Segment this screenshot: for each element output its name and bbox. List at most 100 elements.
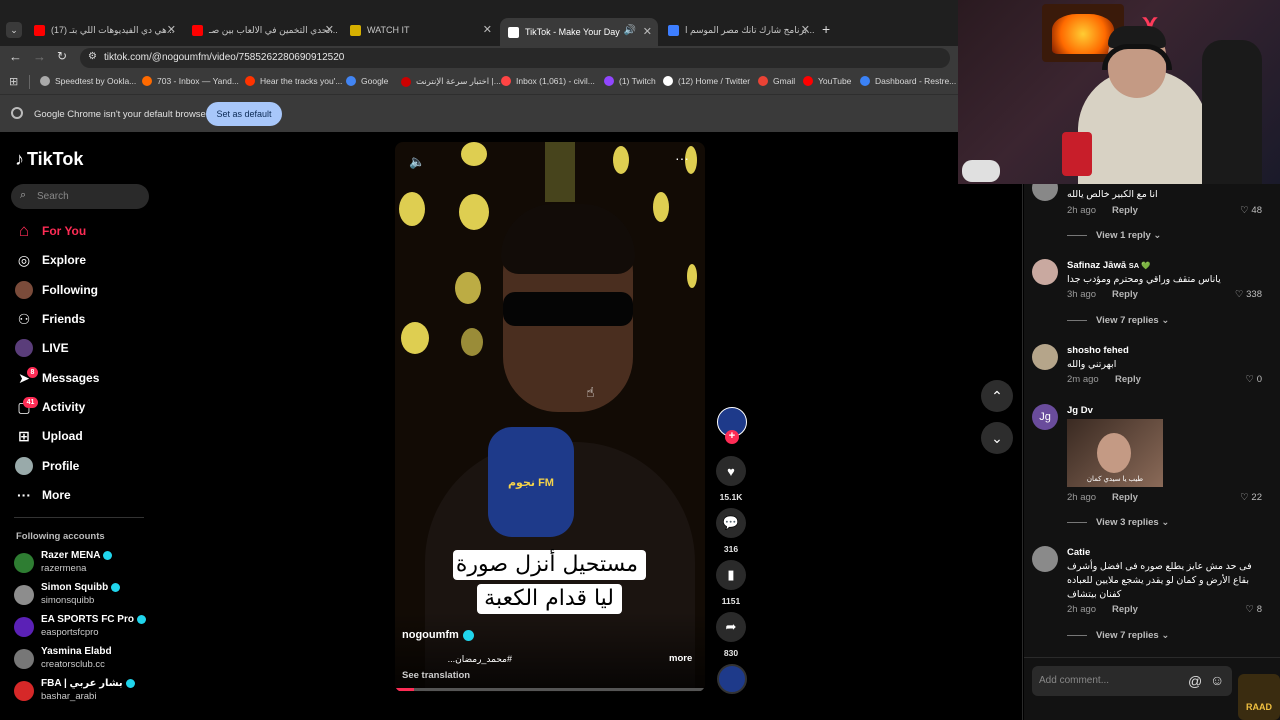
new-tab-icon[interactable]: + [822, 21, 830, 37]
bookmark-gmail[interactable]: Gmail [758, 76, 795, 86]
close-tab-icon[interactable]: ✕ [167, 23, 176, 36]
bookmark-soundcloud[interactable]: Hear the tracks you'... [245, 76, 342, 86]
nav-upload[interactable]: ⊞ Upload [14, 424, 83, 448]
reload-icon[interactable]: ↻ [57, 49, 67, 63]
address-url[interactable]: tiktok.com/@nogoumfm/video/7585262280690… [104, 52, 344, 63]
view-replies-button[interactable]: View 7 replies ⌄ [1067, 315, 1169, 326]
bookmark-speedtest[interactable]: Speedtest by Ookla... [40, 76, 136, 86]
avatar[interactable] [1032, 546, 1058, 572]
bookmark-youtube[interactable]: YouTube [803, 76, 851, 86]
heart-outline-icon: ♡ [1245, 374, 1257, 385]
comment-like[interactable]: ♡ 0 [1246, 374, 1262, 385]
bookmark-google[interactable]: Google [346, 76, 388, 86]
search-placeholder: Search [37, 191, 69, 202]
caption-line-2: ليا قدام الكعبة [477, 584, 622, 614]
follow-plus-icon[interactable]: + [725, 430, 739, 444]
emoji-icon[interactable]: ☺ [1210, 672, 1224, 688]
comment-author[interactable]: Safinaz Jāwā SA 💚 [1067, 260, 1150, 271]
video-caption: مستحيل أنزل صورة ليا قدام الكعبة [453, 548, 646, 618]
comment-image[interactable]: طيب يا سيدي كمان [1067, 419, 1163, 487]
comment-author[interactable]: shosho fehed [1067, 345, 1129, 356]
google-icon [346, 76, 356, 86]
video-author[interactable]: nogoumfm [402, 629, 474, 641]
avatar[interactable] [1032, 259, 1058, 285]
next-video-button[interactable]: ⌄ [981, 422, 1013, 454]
progress-bar[interactable] [395, 688, 705, 691]
mention-icon[interactable]: @ [1188, 673, 1202, 689]
nav-profile[interactable]: Profile [14, 454, 79, 478]
bookmark-restream[interactable]: Dashboard - Restre... [860, 76, 956, 86]
tab-2[interactable]: WATCH IT ✕ [342, 17, 498, 43]
video-hashtags[interactable]: #محمد_رمضان... [442, 654, 512, 665]
comment-like[interactable]: ♡ 22 [1240, 492, 1262, 503]
comment-time: 2h ago [1067, 205, 1097, 216]
infobar-message: Google Chrome isn't your default browser [34, 109, 210, 120]
avatar[interactable] [1032, 344, 1058, 370]
see-translation-link[interactable]: See translation [402, 670, 470, 681]
avatar [14, 585, 34, 605]
view-replies-button[interactable]: View 7 replies ⌄ [1067, 630, 1169, 641]
tab-0[interactable]: (17) هي دي الفيديوهات اللي بتـ... ✕ [26, 17, 182, 43]
bookmark-twitter[interactable]: (12) Home / Twitter [663, 76, 750, 86]
apps-grid-icon[interactable]: ⊞ [9, 75, 18, 88]
comment-like[interactable]: ♡ 338 [1235, 289, 1262, 300]
tab-3-active[interactable]: TikTok - Make Your Day 🔊 ✕ [500, 18, 658, 46]
speaker-icon[interactable]: 🔊 [624, 25, 636, 36]
close-tab-icon[interactable]: ✕ [801, 23, 810, 36]
like-button[interactable]: ♥ [716, 456, 746, 486]
comment-time: 2h ago [1067, 604, 1097, 615]
comment-button[interactable]: 💬 [716, 508, 746, 538]
nav-friends[interactable]: ⚇ Friends [14, 307, 86, 331]
verified-badge-icon [462, 629, 474, 641]
comment-like[interactable]: ♡ 48 [1240, 205, 1262, 216]
share-arrow-icon: ➦ [725, 619, 737, 634]
comment-text: ياناس متقف وراقي ومحترم ومؤدب جدا [1067, 274, 1221, 285]
set-as-default-button[interactable]: Set as default [206, 102, 282, 126]
tiktok-logo[interactable]: ♪ TikTok [15, 149, 83, 170]
activity-badge: 41 [23, 397, 38, 408]
forward-icon[interactable]: → [33, 49, 46, 64]
nav-following[interactable]: Following [14, 278, 98, 302]
bookmark-inbox[interactable]: Inbox (1,061) - civil... [501, 76, 595, 86]
comment-author[interactable]: Jg Dv [1067, 405, 1093, 416]
comment-author[interactable]: Catie [1067, 547, 1090, 558]
close-tab-icon[interactable]: ✕ [483, 23, 492, 36]
comment-like[interactable]: ♡ 8 [1246, 604, 1262, 615]
more-options-icon[interactable]: ··· [675, 150, 689, 166]
reply-button[interactable]: Reply [1112, 289, 1138, 300]
reply-button[interactable]: Reply [1112, 492, 1138, 503]
bookmark-yandex-inbox[interactable]: 703 - Inbox — Yand... [142, 76, 239, 86]
stage-light [461, 142, 487, 166]
view-replies-button[interactable]: View 3 replies ⌄ [1067, 517, 1169, 528]
site-info-icon[interactable]: ⚙ [88, 51, 97, 62]
close-tab-icon[interactable]: ✕ [643, 25, 652, 38]
share-button[interactable]: ➦ [716, 612, 746, 642]
nav-live[interactable]: LIVE [14, 336, 69, 360]
sound-disc-avatar[interactable] [717, 664, 747, 694]
volume-icon[interactable]: 🔈 [409, 154, 425, 170]
tab-4[interactable]: برنامج شارك تانك مصر الموسم ا... ✕ [660, 17, 816, 43]
progress-fill [395, 688, 414, 691]
nav-more[interactable]: ··· More [14, 483, 71, 507]
reply-button[interactable]: Reply [1112, 604, 1138, 615]
bookmark-speed-test-ar[interactable]: اختبار سرعة الإنترنت |... [401, 76, 501, 87]
desk-mouse [962, 160, 1000, 182]
save-button[interactable]: ▮ [716, 560, 746, 590]
nav-explore[interactable]: ◎ Explore [14, 248, 86, 272]
reply-button[interactable]: Reply [1112, 205, 1138, 216]
view-replies-button[interactable]: View 1 reply ⌄ [1067, 230, 1161, 241]
youtube-icon [192, 24, 203, 36]
reply-button[interactable]: Reply [1115, 374, 1141, 385]
previous-video-button[interactable]: ⌃ [981, 380, 1013, 412]
close-tab-icon[interactable]: ✕ [325, 23, 334, 36]
nav-for-you[interactable]: ⌂ For You [14, 219, 86, 243]
youtube-icon [803, 76, 813, 86]
tab-search-icon[interactable]: ⌄ [6, 22, 22, 38]
back-icon[interactable]: ← [9, 49, 22, 64]
avatar[interactable]: Jg [1032, 404, 1058, 430]
bookmark-twitch[interactable]: (1) Twitch [604, 76, 656, 86]
plus-square-icon: ⊞ [18, 427, 30, 444]
more-description-link[interactable]: more [669, 653, 692, 664]
search-input[interactable]: ⌕ Search [11, 184, 149, 209]
tab-1[interactable]: تحدي التخمين في الالعاب بين صـ... ✕ [184, 17, 340, 43]
